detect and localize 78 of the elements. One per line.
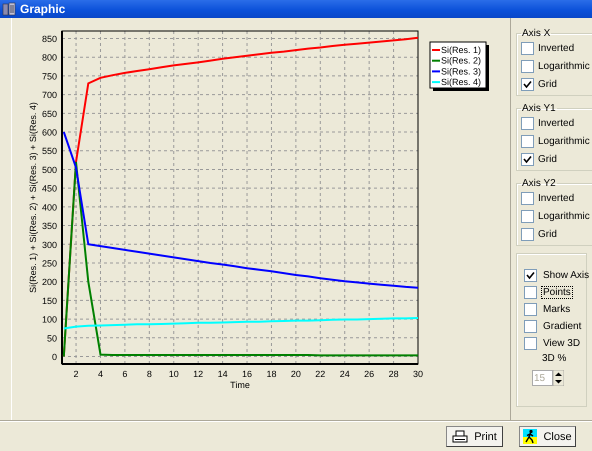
y-tick-label: 300 [42,240,57,250]
checkbox-label: Grid [538,79,557,90]
checkbox[interactable] [524,269,537,282]
checkbox-label: Inverted [538,118,574,129]
y-tick-label: 550 [42,146,57,156]
percent-label: 3D % [542,353,568,364]
y-tick-label: 450 [42,184,57,194]
x-tick-label: 16 [242,369,252,379]
checkbox-label: Show Axis [542,269,590,282]
legend-label: Si(Res. 2) [441,56,482,66]
x-tick-label: 20 [290,369,301,379]
checkbox-label: Logarithmic [538,211,590,222]
checkbox-label: View 3D [542,337,582,350]
group-title: Axis Y2 [521,178,557,189]
checkbox-label: Gradient [542,320,582,333]
y-tick-label: 50 [46,333,57,344]
x-tick-label: 24 [340,369,350,379]
checkbox[interactable] [521,153,534,166]
x-tick-label: 8 [146,369,152,379]
x-tick-label: 10 [168,369,179,379]
x-tick-label: 4 [98,369,103,379]
checkbox[interactable] [521,228,534,241]
x-tick-label: 12 [193,369,204,379]
y-tick-label: 500 [42,164,57,175]
checkbox-label: Marks [542,303,572,316]
printer-icon [452,430,468,444]
y-tick-label: 650 [42,108,57,119]
x-tick-label: 18 [266,369,276,379]
spinner-arrows-icon[interactable] [553,370,564,386]
checkbox-label: Logarithmic [538,61,590,72]
window-title: Graphic [20,2,66,16]
x-tick-label: 22 [315,369,326,379]
checkbox-label: Grid [538,154,557,165]
checkbox[interactable] [521,192,534,205]
y-axis-title: Si(Res. 1) + Si(Res. 2) + Si(Res. 3) + Si(Res. 4) [28,102,38,293]
y-tick-label: 100 [42,314,57,325]
checkbox[interactable] [521,210,534,223]
print-button[interactable]: Print [446,426,503,447]
y-tick-label: 600 [42,128,57,138]
checkbox[interactable] [521,60,534,73]
y-tick-label: 700 [42,90,57,100]
x-tick-label: 26 [364,369,374,379]
checkbox-label: Logarithmic [538,136,590,147]
x-tick-label: 28 [388,369,399,379]
group-title: Axis X [521,28,552,39]
checkbox-label: Points [541,286,573,299]
legend-label: Si(Res. 3) [441,66,482,76]
group-title: Axis Y1 [521,103,557,114]
checkbox[interactable] [521,117,534,130]
y-tick-label: 350 [42,221,57,232]
checkbox[interactable] [521,42,534,55]
checkbox[interactable] [521,78,534,91]
y-tick-label: 0 [52,352,57,362]
y-tick-label: 800 [42,52,57,63]
checkbox[interactable] [524,286,537,299]
y-tick-label: 250 [42,258,57,268]
legend-label: Si(Res. 1) [441,45,482,55]
x-tick-label: 30 [413,369,423,379]
checkbox[interactable] [524,303,537,316]
legend-label: Si(Res. 4) [441,77,482,88]
running-figure-icon [523,429,538,444]
x-axis-title: Time [230,380,250,390]
y-tick-label: 200 [42,277,57,288]
building-icon [2,2,16,16]
checkbox[interactable] [524,320,537,333]
y-tick-label: 400 [42,202,57,212]
y-tick-label: 850 [42,34,57,44]
checkbox[interactable] [521,135,534,148]
y-tick-label: 150 [42,296,57,306]
close-button[interactable]: Close [519,426,576,447]
checkbox[interactable] [524,337,537,350]
checkbox-label: Inverted [538,193,574,204]
y-tick-label: 750 [42,71,57,82]
x-tick-label: 6 [122,369,128,379]
checkbox-label: Grid [538,229,557,240]
checkbox-label: Inverted [538,43,574,54]
x-tick-label: 2 [74,369,79,379]
x-tick-label: 14 [218,369,228,379]
